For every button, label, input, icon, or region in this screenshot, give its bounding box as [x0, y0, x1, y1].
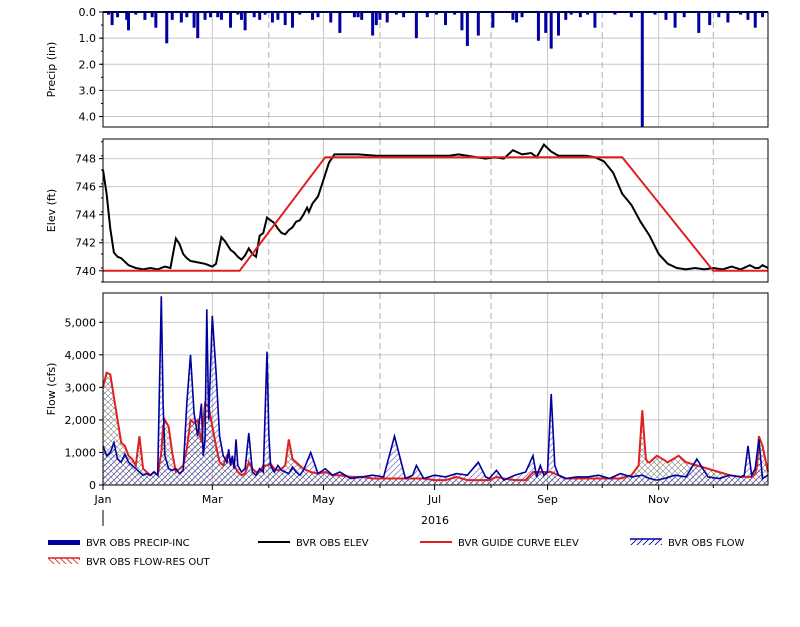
y-tick-label: 4,000 — [65, 349, 97, 362]
y-tick-label: 1,000 — [65, 446, 97, 459]
precip-bar — [219, 12, 223, 20]
precip-bar — [414, 12, 418, 39]
precip-bar — [110, 12, 114, 26]
precip-bar — [385, 12, 389, 23]
y-tick-label: 2,000 — [65, 414, 97, 427]
legend-label: BVR OBS FLOW — [668, 538, 744, 549]
precip-bar — [753, 12, 757, 28]
precip-bar — [360, 12, 364, 20]
y-tick-label: 0.0 — [79, 6, 97, 19]
legend: BVR OBS PRECIP-INC BVR OBS ELEV BVR GUIDE … — [48, 538, 744, 568]
plot-frame — [102, 138, 769, 283]
precip-bar — [196, 12, 200, 39]
precip-bar — [544, 12, 548, 33]
precip-bar — [536, 12, 540, 41]
precip-bar — [444, 12, 448, 26]
precip-bar — [511, 12, 515, 20]
precip-bar — [192, 12, 196, 28]
precip-bar — [593, 12, 597, 28]
y-tick-label: 740 — [75, 265, 96, 278]
x-tick-label: Nov — [648, 493, 670, 506]
precip-bar — [726, 12, 730, 23]
legend-swatch — [48, 540, 80, 545]
precip-panel: 0.0 1.0 2.0 3.0 4.0 Precip (in) — [45, 6, 769, 128]
legend-label: BVR OBS ELEV — [296, 538, 369, 549]
precip-bar — [549, 12, 553, 49]
precip-bar — [170, 12, 174, 20]
precip-bar — [243, 12, 247, 31]
legend-label: BVR OBS FLOW-RES OUT — [86, 557, 211, 568]
precip-bar — [697, 12, 701, 33]
precip-bar — [465, 12, 469, 46]
precip-bar — [378, 12, 382, 20]
precip-bar — [143, 12, 147, 20]
precip-bar — [338, 12, 342, 33]
legend-item: BVR OBS FLOW-RES OUT — [48, 557, 211, 568]
flow-panel: 0 1,000 2,000 3,000 4,000 5,000 Flow (cfs) — [45, 292, 769, 492]
precip-bar — [154, 12, 158, 28]
y-tick-label: 0 — [89, 479, 96, 492]
x-tick-label: Mar — [202, 493, 223, 506]
x-axis: Jan Mar May Jul Sep Nov 2016 — [94, 485, 714, 527]
precip-bar — [640, 12, 644, 127]
y-tick-label: 5,000 — [65, 316, 97, 329]
legend-item: BVR GUIDE CURVE ELEV — [420, 538, 579, 549]
precip-bar — [283, 12, 287, 26]
y-tick-label: 2.0 — [79, 58, 97, 71]
precip-bar — [664, 12, 668, 20]
y-tick-label: 744 — [75, 209, 96, 222]
x-tick-label: Jan — [94, 493, 112, 506]
y-axis-title: Flow (cfs) — [45, 363, 58, 416]
legend-item: BVR OBS FLOW — [630, 538, 744, 549]
y-axis-title: Precip (in) — [45, 42, 58, 98]
precip-bar — [229, 12, 233, 28]
precip-bar — [371, 12, 375, 36]
precip-bar — [374, 12, 378, 26]
y-tick-label: 3,000 — [65, 381, 97, 394]
precip-bar — [258, 12, 262, 20]
y-tick-label: 748 — [75, 153, 96, 166]
precip-bar — [329, 12, 333, 23]
legend-swatch — [48, 558, 80, 564]
precip-bar — [127, 12, 131, 31]
x-tick-label: Sep — [537, 493, 558, 506]
precip-bar — [290, 12, 294, 28]
y-axis-title: Elev (ft) — [45, 189, 58, 232]
precip-bar — [491, 12, 495, 28]
legend-label: BVR OBS PRECIP-INC — [86, 538, 190, 549]
elevation-panel: 740 742 744 746 748 Elev (ft) — [45, 138, 769, 283]
x-tick-label: May — [312, 493, 335, 506]
x-axis-year-label: 2016 — [421, 514, 449, 527]
plot-frame — [102, 11, 769, 128]
y-tick-label: 4.0 — [79, 111, 97, 124]
x-tick-label: Jul — [427, 493, 441, 506]
precip-bar — [673, 12, 677, 28]
y-tick-label: 3.0 — [79, 84, 97, 97]
precip-bar — [276, 12, 280, 20]
legend-label: BVR GUIDE CURVE ELEV — [458, 538, 579, 549]
precip-bar — [460, 12, 464, 31]
y-tick-label: 742 — [75, 237, 96, 250]
hydrograph-figure: 0.01.02.03.04.0Precip (in) 7407427447467… — [45, 6, 769, 568]
precip-bar — [556, 12, 560, 36]
precip-bar — [564, 12, 568, 20]
precip-bar — [708, 12, 712, 26]
precip-bar — [476, 12, 480, 36]
legend-item: BVR OBS ELEV — [258, 538, 369, 549]
precip-bar — [179, 12, 183, 23]
precip-bar — [270, 12, 274, 23]
precip-bar — [239, 12, 243, 20]
precip-bar — [203, 12, 207, 20]
precip-bar — [311, 12, 315, 20]
legend-swatch — [630, 539, 662, 545]
legend-item: BVR OBS PRECIP-INC — [48, 538, 190, 549]
precip-bar — [515, 12, 519, 23]
precip-bar — [165, 12, 169, 44]
y-tick-label: 746 — [75, 181, 96, 194]
y-tick-label: 1.0 — [79, 32, 97, 45]
precip-bar — [746, 12, 750, 20]
